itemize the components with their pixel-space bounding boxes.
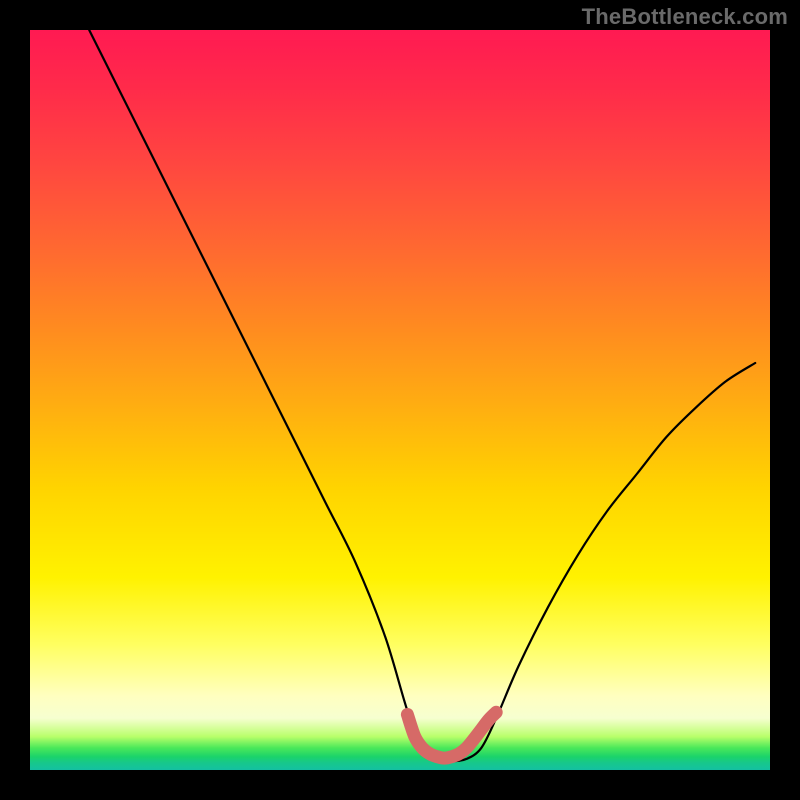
watermark-text: TheBottleneck.com xyxy=(582,4,788,30)
optimal-marker-path xyxy=(407,712,496,758)
chart-frame: TheBottleneck.com xyxy=(0,0,800,800)
plot-area xyxy=(30,30,770,770)
bottleneck-curve-path xyxy=(89,30,755,761)
curve-layer xyxy=(30,30,770,770)
